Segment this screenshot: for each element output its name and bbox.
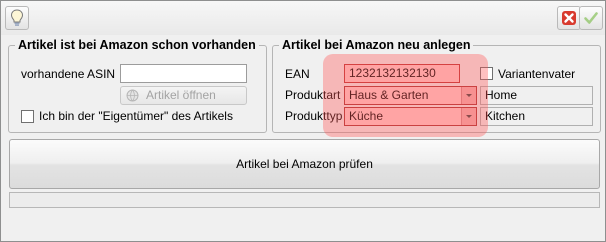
- produktart-select[interactable]: Haus & Garten: [344, 86, 477, 105]
- produkttyp-label: Produkttyp: [285, 109, 343, 123]
- lightbulb-icon: [10, 9, 24, 26]
- ok-button[interactable]: [579, 6, 603, 30]
- chevron-down-icon: [461, 87, 476, 104]
- asin-label: vorhandene ASIN: [21, 67, 116, 81]
- open-article-button[interactable]: Artikel öffnen: [120, 86, 247, 105]
- produkttyp-select[interactable]: Küche: [344, 107, 477, 126]
- produkttyp-value: Küche: [349, 109, 384, 123]
- ean-input[interactable]: 1232132132130: [344, 64, 460, 83]
- open-article-label: Artikel öffnen: [146, 88, 216, 102]
- create-article-legend: Artikel bei Amazon neu anlegen: [279, 38, 474, 53]
- lightbulb-button[interactable]: [5, 6, 29, 30]
- progress-bar: [9, 192, 600, 208]
- create-article-group: Artikel bei Amazon neu anlegen EAN 12321…: [272, 38, 601, 133]
- variant-checkbox-label: Variantenvater: [498, 67, 576, 81]
- checkmark-icon: [584, 12, 598, 24]
- ean-label: EAN: [285, 67, 310, 81]
- owner-checkbox-label: Ich bin der "Eigentümer" des Artikels: [39, 109, 233, 123]
- existing-article-legend: Artikel ist bei Amazon schon vorhanden: [15, 38, 259, 53]
- dialog-window: Artikel ist bei Amazon schon vorhanden v…: [0, 0, 606, 242]
- produkttyp-mapped-field: Kitchen: [480, 107, 593, 126]
- check-amazon-button[interactable]: Artikel bei Amazon prüfen: [9, 139, 600, 189]
- globe-icon: [126, 89, 139, 102]
- produktart-mapped-field: Home: [480, 86, 593, 105]
- asin-input[interactable]: [120, 64, 247, 83]
- variant-checkbox[interactable]: [480, 67, 493, 80]
- produktart-value: Haus & Garten: [349, 88, 429, 102]
- close-icon: [562, 11, 576, 25]
- chevron-down-icon: [461, 108, 476, 125]
- toolbar: [1, 1, 605, 35]
- check-amazon-button-label: Artikel bei Amazon prüfen: [236, 157, 373, 171]
- close-button[interactable]: [557, 6, 581, 30]
- existing-article-group: Artikel ist bei Amazon schon vorhanden v…: [8, 38, 267, 133]
- produktart-label: Produktart: [285, 88, 341, 102]
- owner-checkbox[interactable]: [21, 110, 34, 123]
